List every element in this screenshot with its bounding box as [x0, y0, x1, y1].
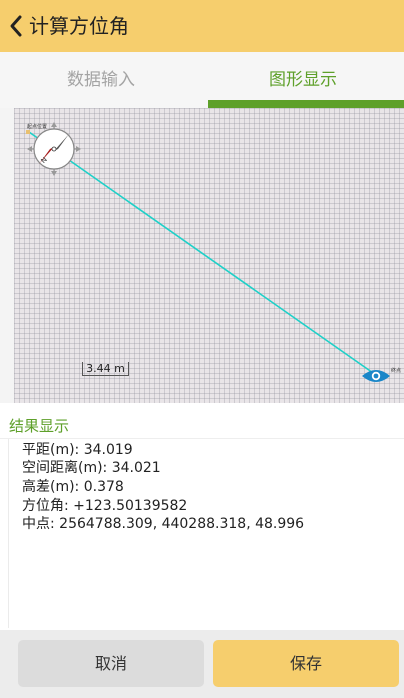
footer-bar: 取消 保存: [0, 630, 404, 698]
save-button[interactable]: 保存: [213, 640, 399, 687]
result-horizontal-distance: 平距(m): 34.019: [22, 442, 133, 458]
result-midpoint: 中点: 2564788.309, 440288.318, 48.996: [22, 516, 305, 532]
compass-icon: N: [27, 122, 81, 176]
graph-canvas[interactable]: N 起点位置 终点 3.44 m: [14, 108, 404, 403]
page-title: 计算方位角: [29, 14, 129, 38]
start-point-marker: [26, 130, 30, 134]
results-panel: 平距(m): 34.019 空间距离(m): 34.021 高差(m): 0.3…: [8, 439, 404, 628]
result-height-difference: 高差(m): 0.378: [22, 479, 124, 495]
results-heading: 结果显示: [9, 417, 70, 435]
start-point-label: 起点位置: [27, 124, 48, 130]
eye-icon[interactable]: [362, 370, 390, 382]
graph-layer: N: [26, 122, 390, 382]
results-header: 结果显示: [0, 411, 404, 439]
cancel-button[interactable]: 取消: [18, 640, 204, 687]
azimuth-line: [28, 131, 377, 376]
back-arrow-icon[interactable]: [8, 13, 26, 39]
end-point-label: 终点: [391, 368, 402, 374]
app-bar: 计算方位角: [0, 0, 404, 52]
result-space-distance: 空间距离(m): 34.021: [22, 460, 161, 476]
tab-data-input[interactable]: 数据输入: [0, 52, 202, 108]
result-azimuth: 方位角: +123.50139582: [22, 498, 188, 514]
canvas-gutter: [0, 108, 14, 403]
active-tab-indicator: [208, 100, 404, 108]
scale-bar: 3.44 m: [82, 362, 129, 376]
